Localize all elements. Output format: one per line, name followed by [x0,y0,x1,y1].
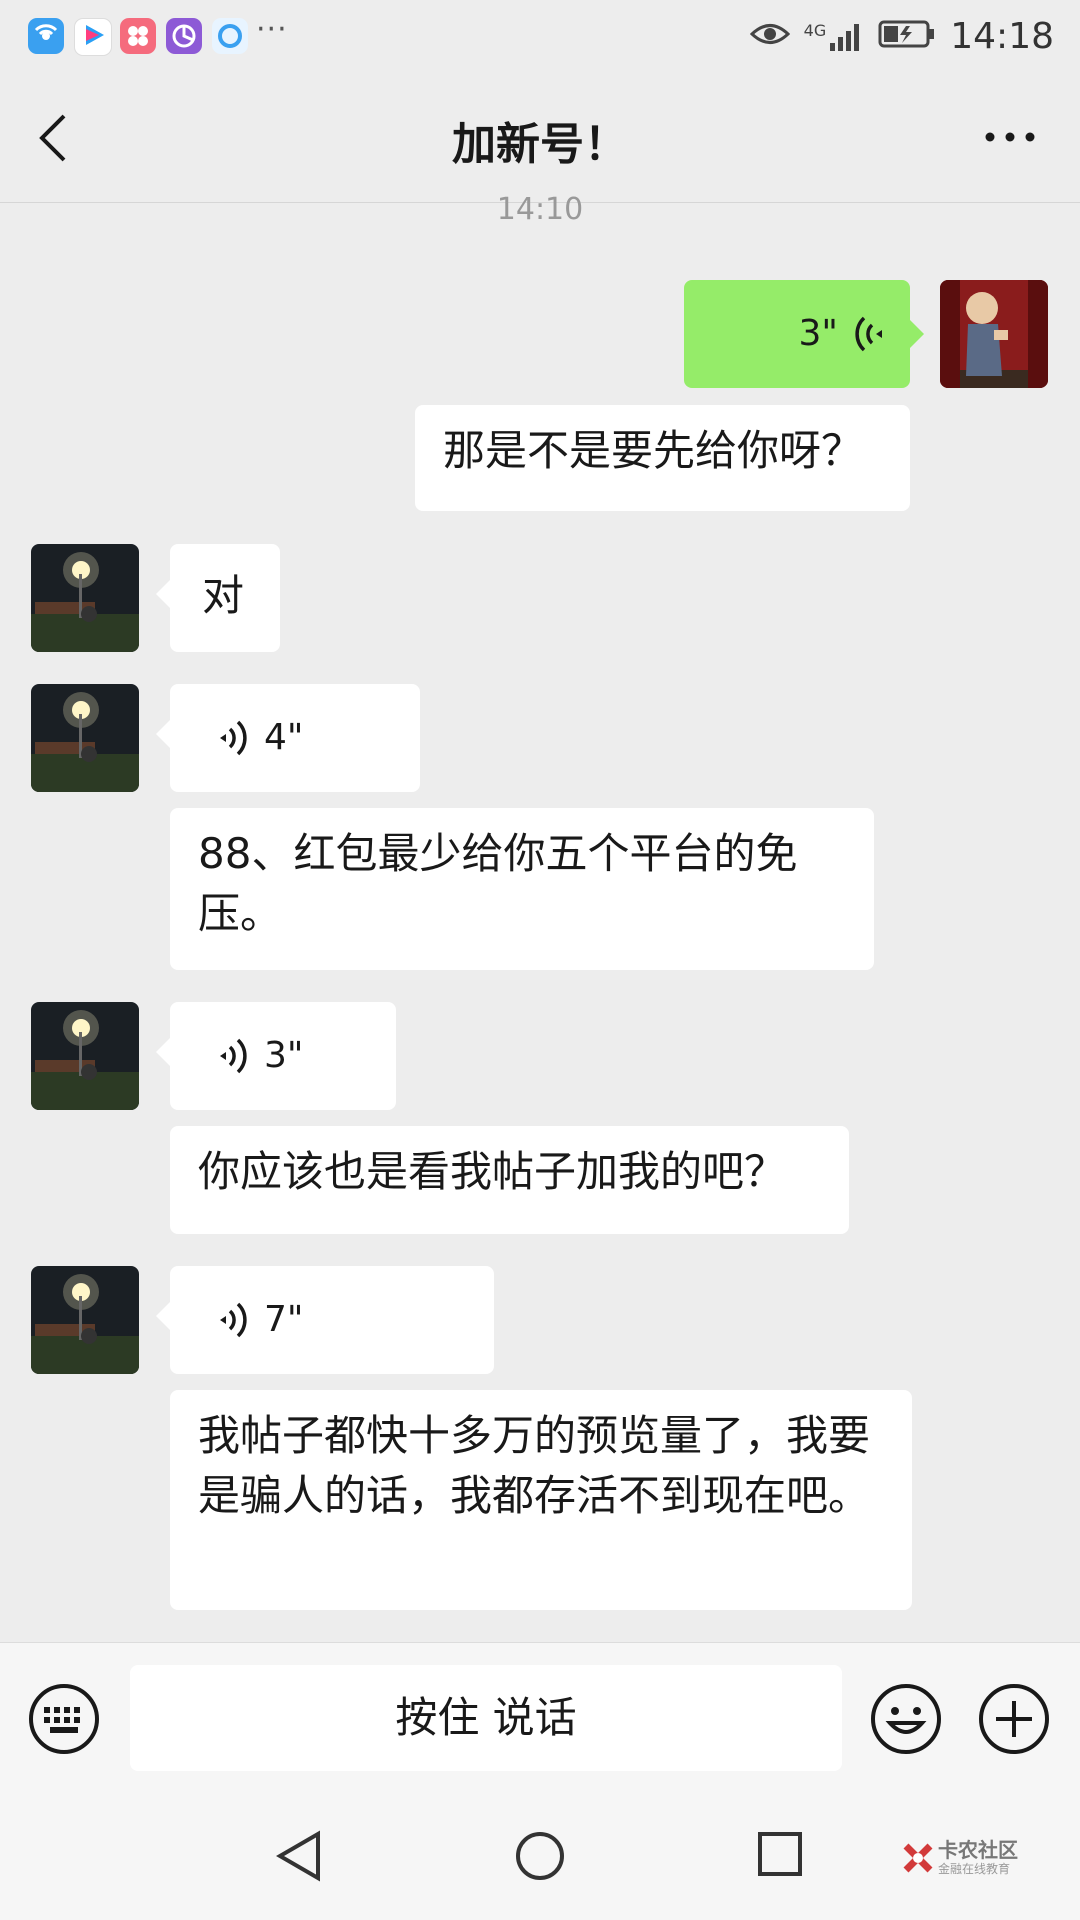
message-text: 你应该也是看我帖子加我的吧？ [198,1147,787,1196]
contact-voice-message[interactable]: 7" [156,1266,494,1374]
contact-voice-message[interactable]: 4" [156,684,420,792]
emoji-button[interactable] [870,1683,942,1755]
keyboard-icon [29,1684,99,1754]
more-options-button[interactable] [980,122,1040,152]
input-bar: 按住 说话 [0,1642,1080,1773]
battery-icon [878,19,936,53]
my-voice-message[interactable]: 3" [684,280,924,388]
nav-recents-button[interactable] [756,1830,804,1882]
more-functions-button[interactable] [978,1683,1050,1755]
watermark-logo-icon [903,1843,933,1873]
watermark-slogan: 金融在线教育 [938,1862,1011,1876]
voice-duration: 3" [798,313,838,354]
eye-comfort-icon [749,19,790,53]
voice-duration: 7" [264,1299,304,1340]
message-text: 对 [202,571,245,620]
contact-avatar[interactable] [31,684,139,792]
app-icon-blue [212,18,248,54]
contact-text-message[interactable]: 你应该也是看我帖子加我的吧？ [170,1126,849,1234]
voice-duration: 4" [264,717,304,758]
circle-home-icon [516,1832,564,1880]
contact-voice-message[interactable]: 3" [156,1002,396,1110]
status-time: 14:18 [950,15,1054,57]
message-text: 那是不是要先给你呀？ [443,426,864,475]
message-text: 88、红包最少给你五个平台的免压。 [198,829,798,938]
chat-title: 加新号！ [452,119,628,170]
wifi-app-icon [28,18,64,54]
contact-avatar[interactable] [31,1266,139,1374]
voice-duration: 3" [264,1035,304,1076]
voice-wave-icon [220,1038,247,1074]
youku-icon [74,18,112,56]
app-icon-pink [120,18,156,54]
app-icon-purple [166,18,202,54]
more-icon [985,132,1035,142]
my-text-message[interactable]: 那是不是要先给你呀？ [415,405,910,511]
nav-back-button[interactable] [274,1830,324,1886]
more-notifications: ··· [256,12,288,47]
keyboard-toggle-button[interactable] [28,1683,100,1755]
contact-text-message[interactable]: 我帖子都快十多万的预览量了，我要是骗人的话，我都存活不到现在吧。 [170,1390,912,1610]
voice-wave-icon [220,720,247,756]
status-bar: ··· 4G 14:18 [0,0,1080,72]
contact-avatar[interactable] [31,1002,139,1110]
voice-wave-icon [855,316,882,352]
contact-text-message[interactable]: 对 [156,544,280,652]
plus-icon [979,1684,1049,1754]
my-avatar[interactable] [940,280,1048,388]
square-recents-icon [758,1832,802,1876]
watermark-brand: 卡农社区 [938,1838,1018,1862]
triangle-back-icon [276,1830,320,1882]
nav-home-button[interactable] [514,1830,566,1886]
message-timestamp: 14:10 [496,192,584,227]
message-text: 我帖子都快十多万的预览量了，我要是骗人的话，我都存活不到现在吧。 [198,1411,871,1520]
contact-text-message[interactable]: 88、红包最少给你五个平台的免压。 [170,808,874,970]
signal-icon: 4G [804,21,865,51]
contact-avatar[interactable] [31,544,139,652]
hold-to-talk-button[interactable]: 按住 说话 [130,1665,842,1771]
chat-header: 加新号！ [0,72,1080,203]
voice-wave-icon [220,1302,247,1338]
network-type: 4G [803,21,827,40]
watermark: 卡农社区 金融在线教育 [900,1834,1050,1884]
emoji-icon [871,1684,941,1754]
